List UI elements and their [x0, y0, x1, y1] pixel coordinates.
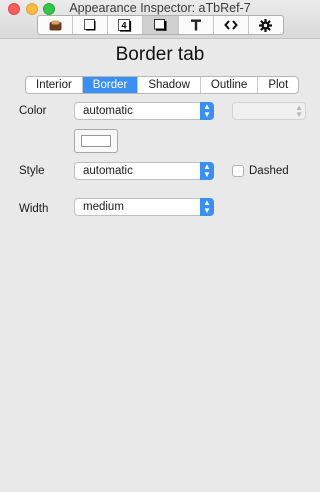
gear-icon[interactable] — [249, 16, 283, 34]
style-popup-value: automatic — [83, 165, 133, 177]
svg-text:4: 4 — [122, 20, 127, 30]
page-icon[interactable] — [73, 16, 109, 34]
width-label: Width — [19, 203, 49, 215]
page-title: Border tab — [115, 44, 205, 65]
color-popup-value: automatic — [83, 105, 133, 117]
style-label: Style — [19, 165, 45, 177]
color-popup[interactable]: automatic ▲ ▼ — [74, 102, 214, 120]
width-popup[interactable]: medium ▲ ▼ — [74, 198, 214, 216]
dashed-label: Dashed — [249, 165, 289, 177]
color-swatch-button[interactable] — [74, 129, 118, 153]
appearance-inspector-window: Appearance Inspector: aTbRef-7 4 Border … — [0, 0, 320, 492]
border-shadow-icon[interactable] — [143, 16, 179, 34]
color-label: Color — [19, 105, 47, 117]
tab-outline[interactable]: Outline — [201, 77, 259, 93]
text-style-icon[interactable] — [38, 16, 74, 34]
tab-shadow[interactable]: Shadow — [138, 77, 201, 93]
width-popup-value: medium — [83, 201, 124, 213]
tab-border[interactable]: Border — [82, 77, 139, 93]
code-icon[interactable] — [214, 16, 249, 34]
color-swatch-preview — [81, 135, 111, 147]
dashed-checkbox[interactable] — [232, 165, 244, 177]
style-popup[interactable]: automatic ▲ ▼ — [74, 162, 214, 180]
text-icon[interactable] — [179, 16, 214, 34]
tab-plot[interactable]: Plot — [258, 77, 298, 93]
tab-interior[interactable]: Interior — [26, 77, 83, 93]
window-title: Appearance Inspector: aTbRef-7 — [69, 1, 251, 15]
chevron-updown-icon: ▲ ▼ — [200, 162, 214, 180]
inspector-toolbar: 4 — [37, 15, 284, 35]
chevron-updown-icon: ▲ ▼ — [200, 198, 214, 216]
color-secondary-popup: ▲ ▼ — [232, 102, 306, 120]
number-icon[interactable]: 4 — [108, 16, 144, 34]
tab-bar: Interior Border Shadow Outline Plot — [25, 76, 300, 94]
chevron-updown-icon: ▲ ▼ — [295, 103, 303, 119]
chevron-updown-icon: ▲ ▼ — [200, 102, 214, 120]
title-bar: Appearance Inspector: aTbRef-7 4 — [0, 0, 320, 39]
